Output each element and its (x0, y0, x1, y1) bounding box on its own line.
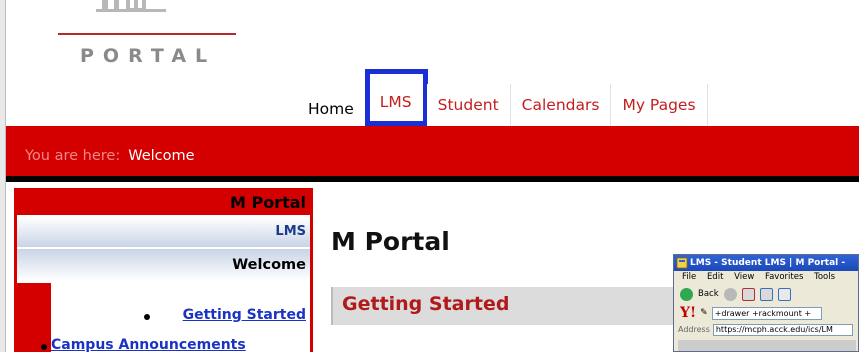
tab-calendars[interactable]: Calendars (510, 84, 612, 126)
menu-edit[interactable]: Edit (707, 272, 723, 282)
refresh-icon[interactable] (759, 287, 773, 301)
address-bar: Address https://mcph.acck.edu/ics/LM (674, 322, 858, 337)
yahoo-search-input[interactable]: +drawer +rackmount + (711, 306, 822, 320)
inset-browser-window: LMS - Student LMS | M Portal - File Edit… (673, 254, 859, 352)
m-logo-icon (96, 0, 166, 12)
yahoo-toolbar: Y! ✎ +drawer +rackmount + (674, 304, 858, 322)
inset-page-area (678, 340, 856, 351)
bullet-icon (41, 344, 47, 350)
tab-bar: Home LMS Student Calendars My Pages (297, 69, 708, 126)
back-arrow-icon[interactable] (680, 287, 693, 301)
page-title: M Portal (331, 227, 450, 256)
tab-calendars-label: Calendars (521, 96, 600, 114)
home-icon[interactable] (777, 287, 791, 301)
breadcrumb-current[interactable]: Welcome (128, 148, 194, 164)
address-label: Address (678, 325, 710, 334)
breadcrumb: You are here: Welcome (25, 148, 195, 164)
menu-view[interactable]: View (734, 272, 754, 282)
logo-rule (58, 33, 236, 35)
menu-tools[interactable]: Tools (814, 272, 835, 282)
inset-toolbar: Back (674, 284, 858, 304)
tab-my-pages-label: My Pages (622, 96, 696, 114)
nav-item-lms[interactable]: LMS (17, 217, 310, 247)
address-input[interactable]: https://mcph.acck.edu/ics/LM (712, 323, 853, 336)
menu-file[interactable]: File (682, 272, 696, 282)
nav-link-getting-started[interactable]: Getting Started (183, 307, 306, 323)
forward-arrow-icon[interactable] (723, 287, 737, 301)
nav-item-welcome[interactable]: Welcome (17, 249, 310, 281)
bullet-icon (144, 314, 150, 320)
pencil-icon[interactable]: ✎ (700, 308, 708, 318)
header-divider (6, 176, 859, 182)
menu-favorites[interactable]: Favorites (765, 272, 803, 282)
tab-student[interactable]: Student (426, 84, 511, 126)
inset-title-bar[interactable]: LMS - Student LMS | M Portal - (674, 255, 858, 271)
nav-accent-block (17, 283, 51, 352)
tab-my-pages[interactable]: My Pages (611, 84, 708, 126)
tab-home-label: Home (308, 100, 354, 118)
portal-wordmark: PORTAL (80, 45, 217, 67)
section-title: Getting Started (342, 293, 510, 315)
left-nav: M Portal LMS Welcome Getting Started Cam… (14, 188, 313, 352)
nav-link-campus-announcements[interactable]: Campus Announcements (51, 337, 246, 352)
nav-title: M Portal (17, 191, 310, 215)
tab-student-label: Student (437, 96, 499, 114)
ie-icon (676, 257, 688, 269)
tab-home[interactable]: Home (297, 84, 366, 126)
back-button-label[interactable]: Back (698, 289, 719, 299)
breadcrumb-prefix: You are here: (25, 148, 121, 164)
tab-lms-label: LMS (379, 92, 412, 111)
inset-title: LMS - Student LMS | M Portal - (690, 258, 846, 268)
yahoo-logo[interactable]: Y! (680, 305, 696, 321)
tab-lms[interactable]: LMS (364, 69, 428, 126)
inset-menu-bar: File Edit View Favorites Tools (674, 271, 858, 284)
stop-icon[interactable] (741, 287, 755, 301)
